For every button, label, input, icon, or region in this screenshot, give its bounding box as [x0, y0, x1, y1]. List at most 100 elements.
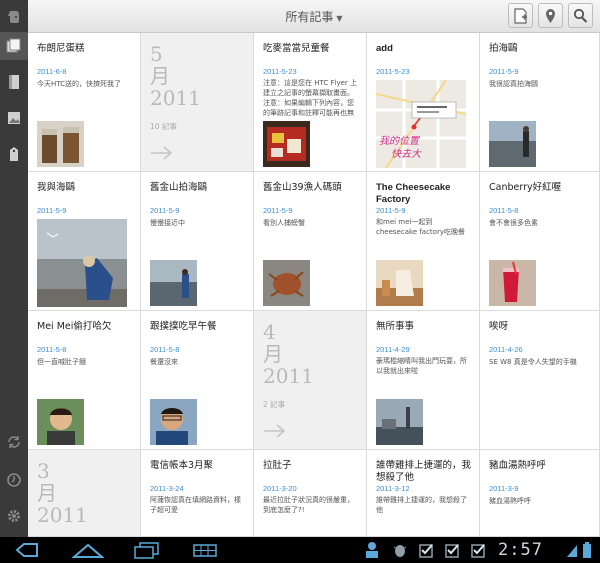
- note-thumbnail: [376, 399, 423, 445]
- note-title: 我與海鷗: [37, 182, 76, 193]
- recent-apps-button[interactable]: [132, 541, 160, 559]
- note-thumbnail: [489, 260, 536, 306]
- note-card[interactable]: 唉呀 2011-4-26 SE W8 真是令人失望的手機: [480, 311, 600, 450]
- sidebar: [0, 0, 28, 537]
- note-date: 2011-5-9: [37, 206, 67, 215]
- clock-icon: [7, 473, 21, 487]
- page-title: 所有記事: [285, 10, 334, 24]
- month-note-count: 10 記事: [150, 122, 177, 131]
- note-snippet: 誰帶雞排上捷運的，我想殺了他: [376, 496, 467, 514]
- evernote-logo-icon: [8, 11, 19, 23]
- month-label: 4 月 2011: [263, 320, 314, 388]
- note-card[interactable]: add 2011-5-23 我的位置 快去大: [367, 33, 480, 172]
- image-icon: [8, 112, 20, 124]
- chevron-down-icon: ▼: [336, 14, 343, 23]
- note-card[interactable]: The Cheesecake Factory 2011-5-9 和mei mei…: [367, 172, 480, 311]
- note-title: 無所事事: [376, 321, 415, 332]
- note-card[interactable]: 舊金山拍海鷗 2011-5-9 慢慢接近中: [141, 172, 254, 311]
- sidebar-item-images[interactable]: [0, 104, 28, 132]
- note-date: 2011-5-9: [489, 67, 519, 76]
- month-label: 3 月 2011: [37, 459, 88, 527]
- note-snippet: 看別人捕螃蟹: [263, 219, 305, 227]
- note-date: 2011-5-9: [150, 206, 180, 215]
- bug-notification-icon[interactable]: [392, 541, 408, 559]
- note-card[interactable]: Mei Mei偷打哈欠 2011-5-8 但一直喊肚子餓: [28, 311, 141, 450]
- note-date: 2011-5-8: [150, 345, 180, 354]
- home-button[interactable]: [72, 541, 104, 559]
- note-title: 電信帳本3月聚: [150, 460, 214, 471]
- back-button[interactable]: [14, 541, 40, 559]
- sidebar-item-notes[interactable]: [0, 32, 28, 60]
- note-date: 2011-6-8: [37, 67, 67, 76]
- new-note-button[interactable]: [508, 3, 533, 28]
- note-card[interactable]: 我與海鷗 2011-5-9: [28, 172, 141, 311]
- checkbox-notification-icon[interactable]: [444, 541, 460, 559]
- note-title: 吃麥當當兒童餐: [263, 43, 330, 54]
- note-title: Canberry好紅喔: [489, 182, 562, 193]
- arrow-right-icon: [264, 424, 286, 438]
- arrow-right-icon: [151, 146, 173, 160]
- note-date: 2011-5-9: [263, 206, 293, 215]
- note-snippet: 餐還沒來: [150, 358, 178, 366]
- month-label: 5 月 2011: [150, 42, 201, 110]
- note-title: 布朗尼蛋糕: [37, 43, 85, 54]
- month-divider: 3 月 2011: [28, 450, 141, 537]
- note-thumbnail: [263, 121, 310, 167]
- search-button[interactable]: [568, 3, 593, 28]
- note-snippet: 和mei mei一起到cheesecake factory吃晚餐: [376, 218, 465, 236]
- note-title: 豬血湯熱呼呼: [489, 460, 547, 471]
- note-date: 2011-4-26: [489, 345, 523, 354]
- note-title: 誰帶雞排上捷運的，我想殺了他: [376, 460, 472, 483]
- note-date: 2011-3-9: [489, 484, 519, 493]
- note-card[interactable]: 吃麥當當兒童餐 2011-5-23 注意：這是您在 HTC Flyer 上建立之…: [254, 33, 367, 172]
- note-card[interactable]: 無所事事 2011-4-29 豪瑪棍縮睛叫我出門玩耍，所以我就出來啦: [367, 311, 480, 450]
- note-thumbnail: [263, 260, 310, 306]
- tag-icon: [10, 147, 18, 161]
- search-icon: [573, 8, 588, 23]
- settings-icon: [8, 510, 20, 522]
- user-notification-icon[interactable]: [364, 541, 380, 559]
- evernote-logo[interactable]: [0, 2, 28, 30]
- note-card[interactable]: 舊金山39漁人碼頭 2011-5-9 看別人捕螃蟹: [254, 172, 367, 311]
- note-date: 2011-5-8: [37, 345, 67, 354]
- note-snippet: 會不會很多色素: [489, 219, 538, 227]
- note-card[interactable]: 布朗尼蛋糕 2011-6-8 今天HTC送的，快擠死我了: [28, 33, 141, 172]
- note-title: 拉肚子: [263, 460, 292, 471]
- settings-button[interactable]: [0, 502, 28, 530]
- note-thumbnail: [376, 260, 423, 306]
- note-card[interactable]: Canberry好紅喔 2011-5-8 會不會很多色素: [480, 172, 600, 311]
- month-divider: 4 月 2011 2 記事: [254, 311, 367, 450]
- battery-icon: [583, 542, 591, 558]
- sidebar-item-tags[interactable]: [0, 140, 28, 168]
- note-card[interactable]: 豬血湯熱呼呼 2011-3-9 豬血湯熱呼呼: [480, 450, 600, 537]
- recent-button[interactable]: [0, 466, 28, 494]
- notes-icon: [6, 38, 21, 53]
- note-date: 2011-5-9: [376, 206, 406, 215]
- note-snippet: 最近拉肚子狀況真的很嚴重，到底怎麼了?!: [263, 496, 354, 514]
- sync-button[interactable]: [0, 428, 28, 456]
- note-card[interactable]: 拍海鷗 2011-5-9 我很認真拍海鷗: [480, 33, 600, 172]
- new-note-icon: [514, 8, 527, 24]
- note-snippet: 豪瑪棍縮睛叫我出門玩耍，所以我就出來啦: [376, 357, 467, 375]
- note-date: 2011-4-29: [376, 345, 410, 354]
- note-card[interactable]: 跟撲撲吃早午餐 2011-5-8 餐還沒來: [141, 311, 254, 450]
- note-card[interactable]: 電信帳本3月聚 2011-3-24 阿蓮恢認真在填網路資料，樣子超可愛: [141, 450, 254, 537]
- note-title: 拍海鷗: [489, 43, 518, 54]
- map-pin-icon: [546, 9, 555, 23]
- checkbox-notification-icon[interactable]: [470, 541, 486, 559]
- note-card[interactable]: 誰帶雞排上捷運的，我想殺了他 2011-3-12 誰帶雞排上捷運的，我想殺了他: [367, 450, 480, 537]
- note-thumbnail: [37, 399, 84, 445]
- checkbox-notification-icon[interactable]: [418, 541, 434, 559]
- note-date: 2011-3-12: [376, 484, 410, 493]
- wifi-icon: [567, 545, 577, 557]
- notebooks-icon: [9, 75, 19, 89]
- sidebar-item-notebooks[interactable]: [0, 68, 28, 96]
- note-date: 2011-3-20: [263, 484, 297, 493]
- menu-grid-button[interactable]: [192, 541, 218, 559]
- month-note-count: 2 記事: [263, 400, 286, 409]
- note-date: 2011-5-8: [489, 206, 519, 215]
- status-clock[interactable]: 2:57: [498, 540, 543, 560]
- note-card[interactable]: 拉肚子 2011-3-20 最近拉肚子狀況真的很嚴重，到底怎麼了?!: [254, 450, 367, 537]
- location-button[interactable]: [538, 3, 563, 28]
- note-title: 舊金山拍海鷗: [150, 182, 208, 193]
